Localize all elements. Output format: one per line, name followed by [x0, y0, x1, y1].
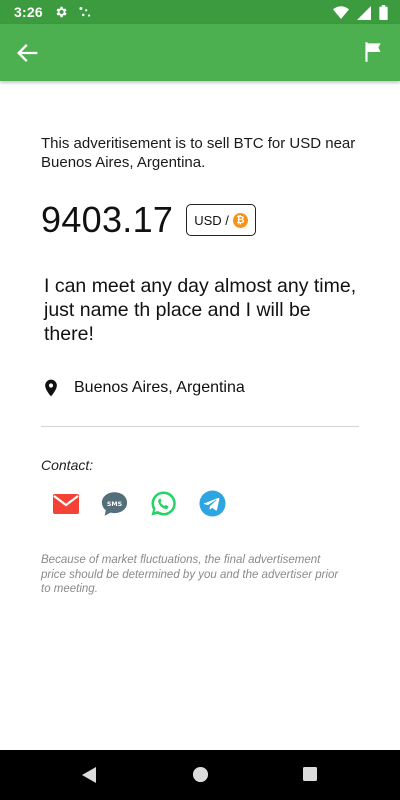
whatsapp-button[interactable] — [150, 490, 177, 517]
signal-icon — [357, 5, 371, 20]
location-text: Buenos Aires, Argentina — [74, 379, 245, 396]
currency-label: USD / — [194, 212, 229, 228]
sms-icon: SMS — [101, 491, 128, 516]
price-row: 9403.17 USD / ₿ — [41, 199, 359, 240]
telegram-icon — [199, 490, 226, 517]
whatsapp-icon — [151, 491, 176, 516]
back-triangle-icon[interactable] — [80, 766, 98, 784]
sms-icon-text: SMS — [107, 500, 123, 507]
gear-icon — [56, 6, 67, 18]
contact-label: Contact: — [41, 457, 94, 473]
contact-methods: SMS — [41, 490, 359, 517]
status-bar: 3:26 — [0, 0, 400, 24]
location-row: Buenos Aires, Argentina — [41, 376, 359, 400]
telegram-button[interactable] — [199, 490, 226, 517]
email-button[interactable] — [52, 490, 79, 517]
currency-badge[interactable]: USD / ₿ — [186, 204, 256, 236]
app-bar — [0, 24, 400, 81]
system-nav-bar — [0, 750, 400, 800]
flag-icon — [365, 42, 381, 62]
divider — [41, 426, 359, 427]
ad-details: This adveritisement is to sell BTC for U… — [41, 81, 359, 597]
email-icon — [52, 493, 79, 514]
disclaimer-text: Because of market fluctuations, the fina… — [41, 554, 339, 595]
sms-button[interactable]: SMS — [101, 490, 128, 517]
ad-description: This adveritisement is to sell BTC for U… — [41, 135, 356, 171]
wifi-icon — [333, 5, 349, 19]
price-value: 9403.17 — [41, 199, 174, 240]
home-circle-icon[interactable] — [192, 766, 209, 783]
recents-square-icon[interactable] — [302, 766, 318, 782]
ad-message: I can meet any day almost any time, just… — [44, 275, 357, 345]
battery-icon — [379, 5, 388, 20]
report-flag-button[interactable] — [360, 39, 386, 65]
status-time: 3:26 — [14, 4, 43, 20]
arrow-left-icon — [17, 44, 38, 62]
location-pin-icon — [45, 379, 57, 397]
bitcoin-icon: ₿ — [232, 212, 248, 228]
back-button[interactable] — [14, 39, 42, 67]
dots-icon — [79, 6, 91, 17]
